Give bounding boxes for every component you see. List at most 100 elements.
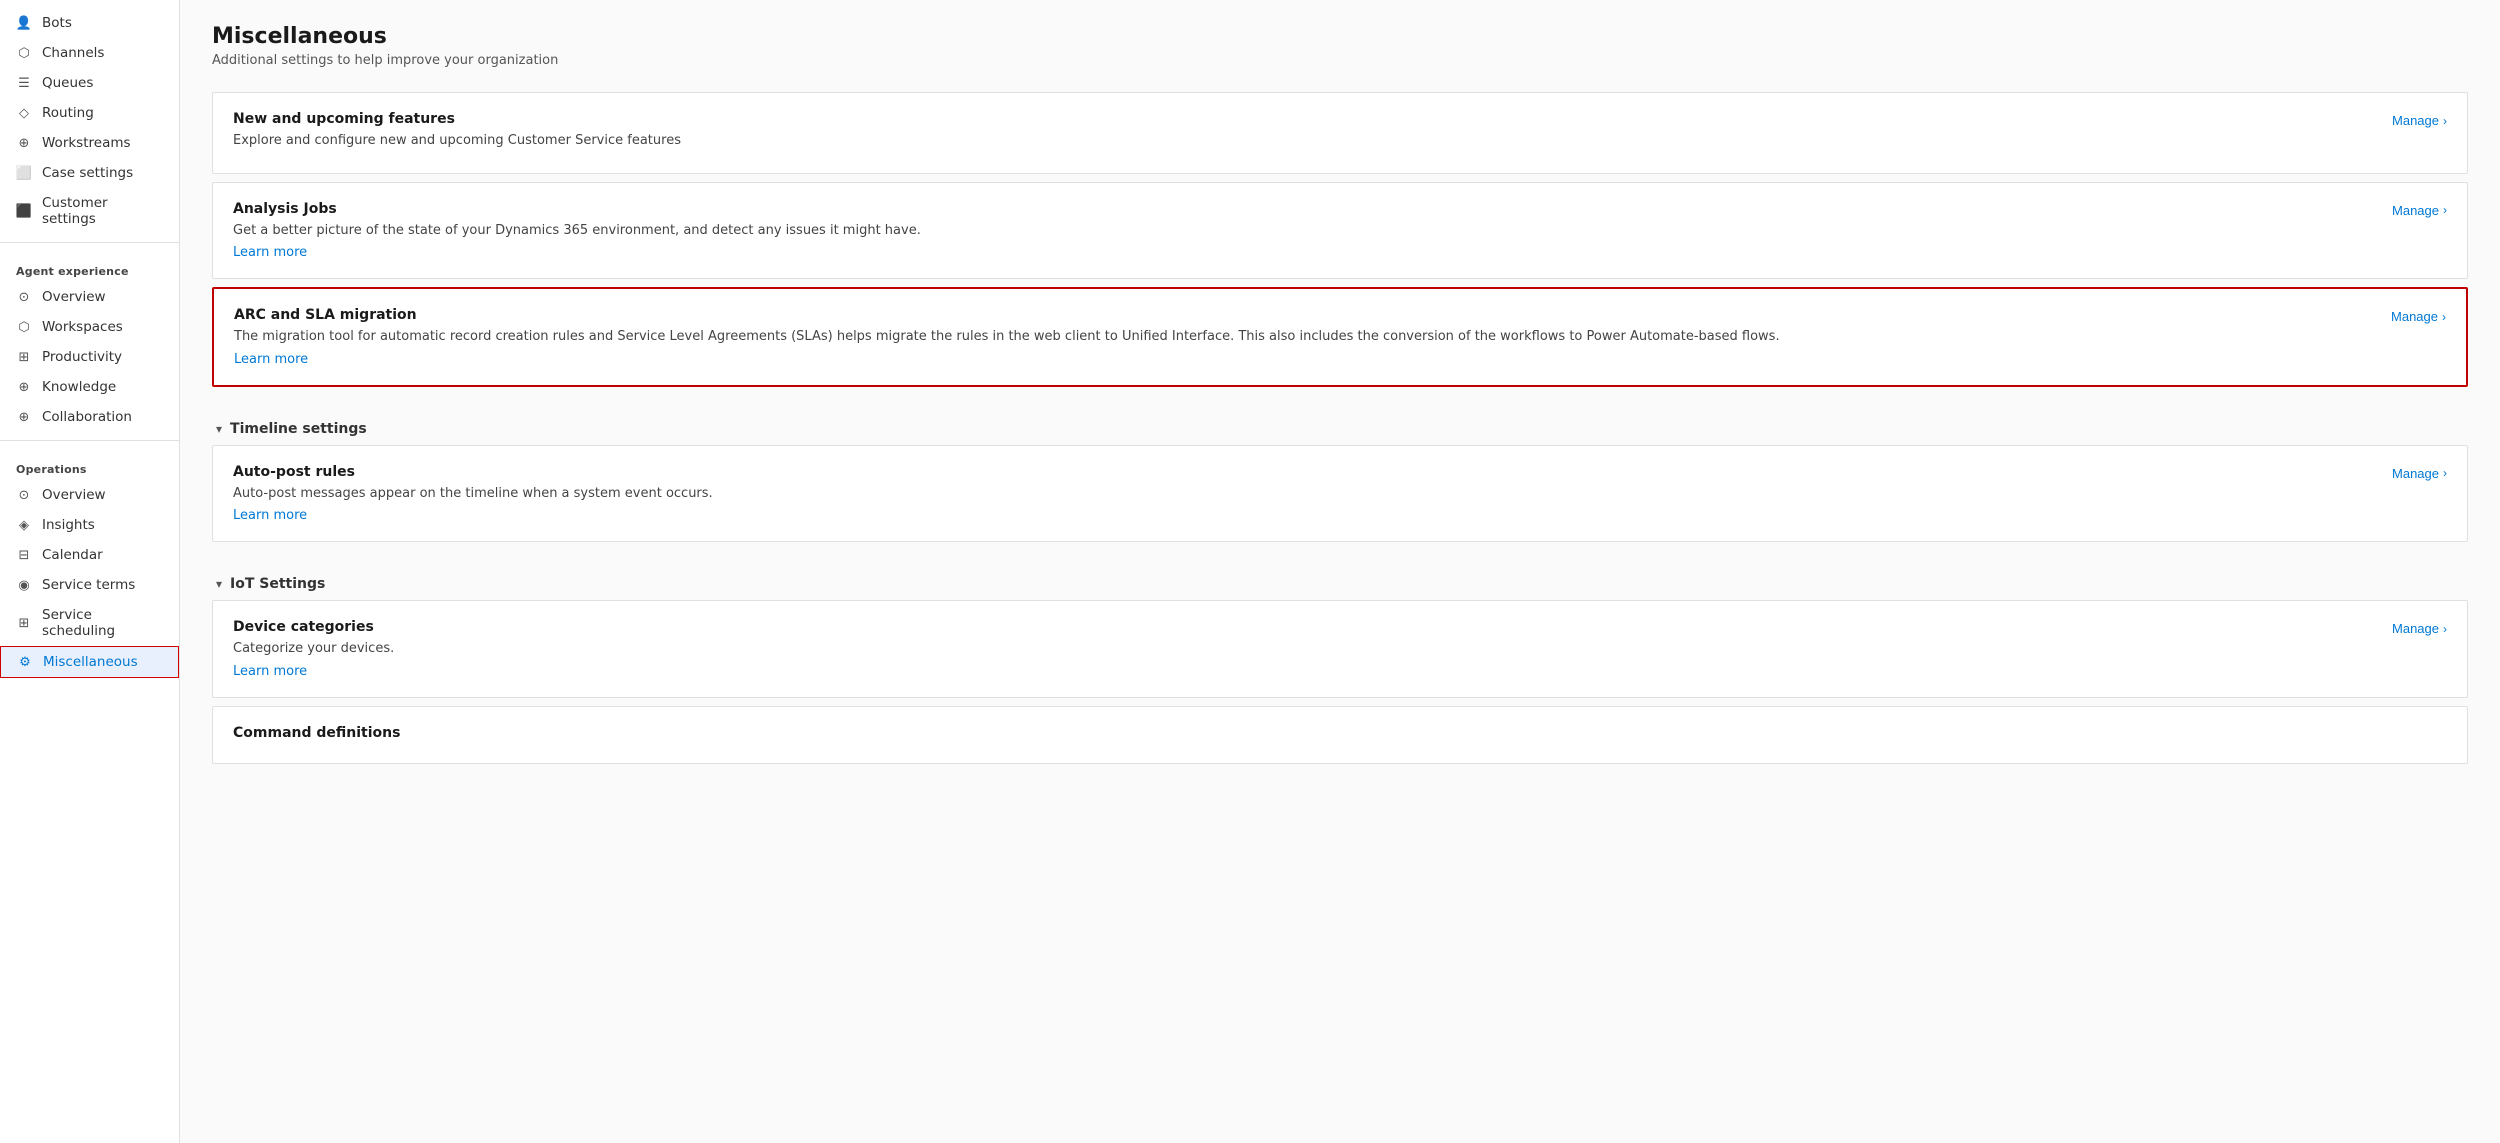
card-content-command-definitions: Command definitions [233,725,2447,745]
queues-icon: ☰ [16,75,32,91]
sidebar-item-customer-settings[interactable]: ⬛ Customer settings [0,188,179,234]
sidebar-item-ae-workspaces[interactable]: ⬡ Workspaces [0,312,179,342]
channels-icon: ⬡ [16,45,32,61]
page-title: Miscellaneous [212,24,2468,49]
iot-section-label: IoT Settings [230,576,325,592]
sidebar-item-op-calendar[interactable]: ⊟ Calendar [0,540,179,570]
sidebar: 👤 Bots ⬡ Channels ☰ Queues ◇ Routing ⊕ W… [0,0,180,1143]
sidebar-item-label: Productivity [42,349,122,365]
operations-section: Operations ⊙ Overview ◈ Insights ⊟ Calen… [0,449,179,678]
card-title-auto-post: Auto-post rules [233,464,2376,480]
operations-header: Operations [0,449,179,480]
sidebar-item-label: Service scheduling [42,607,163,639]
manage-button-arc-sla[interactable]: Manage › [2391,307,2446,324]
manage-button-auto-post[interactable]: Manage › [2392,464,2447,481]
chevron-icon: › [2443,114,2447,128]
op-miscellaneous-icon: ⚙ [17,654,33,670]
chevron-icon: › [2443,466,2447,480]
card-title-arc-sla: ARC and SLA migration [234,307,2375,323]
op-insights-icon: ◈ [16,517,32,533]
sidebar-item-queues[interactable]: ☰ Queues [0,68,179,98]
agent-experience-section: Agent experience ⊙ Overview ⬡ Workspaces… [0,251,179,432]
sidebar-item-case-settings[interactable]: ⬜ Case settings [0,158,179,188]
op-overview-icon: ⊙ [16,487,32,503]
manage-label: Manage [2392,621,2439,636]
sidebar-item-label: Collaboration [42,409,132,425]
sidebar-item-ae-productivity[interactable]: ⊞ Productivity [0,342,179,372]
op-service-scheduling-icon: ⊞ [16,615,32,631]
card-link-analysis-jobs[interactable]: Learn more [233,245,307,260]
card-desc-analysis-jobs: Get a better picture of the state of you… [233,221,2376,241]
sidebar-item-label: Workspaces [42,319,123,335]
sidebar-divider-1 [0,242,179,243]
sidebar-item-label: Knowledge [42,379,116,395]
sidebar-item-routing[interactable]: ◇ Routing [0,98,179,128]
ae-workspaces-icon: ⬡ [16,319,32,335]
card-title-new-upcoming: New and upcoming features [233,111,2376,127]
card-content-auto-post: Auto-post rules Auto-post messages appea… [233,464,2376,524]
card-link-arc-sla[interactable]: Learn more [234,352,308,367]
card-link-device-categories[interactable]: Learn more [233,664,307,679]
case-settings-icon: ⬜ [16,165,32,181]
sidebar-item-ae-collaboration[interactable]: ⊕ Collaboration [0,402,179,432]
card-title-device-categories: Device categories [233,619,2376,635]
card-device-categories: Device categories Categorize your device… [212,600,2468,698]
sidebar-item-label: Case settings [42,165,133,181]
card-desc-auto-post: Auto-post messages appear on the timelin… [233,484,2376,504]
routing-icon: ◇ [16,105,32,121]
sidebar-item-ae-knowledge[interactable]: ⊕ Knowledge [0,372,179,402]
sidebar-item-label: Overview [42,487,106,503]
iot-section-header[interactable]: ▾ IoT Settings [212,562,2468,600]
op-calendar-icon: ⊟ [16,547,32,563]
sidebar-item-op-overview[interactable]: ⊙ Overview [0,480,179,510]
timeline-section-header[interactable]: ▾ Timeline settings [212,407,2468,445]
manage-button-new-upcoming[interactable]: Manage › [2392,111,2447,128]
collapse-icon-iot: ▾ [216,577,222,591]
sidebar-item-label: Bots [42,15,72,31]
collapse-icon-timeline: ▾ [216,422,222,436]
sidebar-divider-2 [0,440,179,441]
manage-label: Manage [2392,113,2439,128]
card-title-command-definitions: Command definitions [233,725,2447,741]
chevron-icon: › [2443,203,2447,217]
sidebar-item-op-service-scheduling[interactable]: ⊞ Service scheduling [0,600,179,646]
manage-button-device-categories[interactable]: Manage › [2392,619,2447,636]
card-title-analysis-jobs: Analysis Jobs [233,201,2376,217]
ae-collaboration-icon: ⊕ [16,409,32,425]
chevron-icon: › [2443,622,2447,636]
sidebar-item-bots[interactable]: 👤 Bots [0,8,179,38]
sidebar-top-section: 👤 Bots ⬡ Channels ☰ Queues ◇ Routing ⊕ W… [0,0,179,234]
sidebar-item-op-service-terms[interactable]: ◉ Service terms [0,570,179,600]
sidebar-item-workstreams[interactable]: ⊕ Workstreams [0,128,179,158]
card-content-new-upcoming: New and upcoming features Explore and co… [233,111,2376,155]
card-content-arc-sla: ARC and SLA migration The migration tool… [234,307,2375,367]
sidebar-item-op-insights[interactable]: ◈ Insights [0,510,179,540]
main-content: Miscellaneous Additional settings to hel… [180,0,2500,1143]
sidebar-item-channels[interactable]: ⬡ Channels [0,38,179,68]
card-command-definitions: Command definitions [212,706,2468,764]
card-link-auto-post[interactable]: Learn more [233,508,307,523]
manage-button-analysis-jobs[interactable]: Manage › [2392,201,2447,218]
card-new-upcoming: New and upcoming features Explore and co… [212,92,2468,174]
manage-label: Manage [2391,309,2438,324]
sidebar-item-ae-overview[interactable]: ⊙ Overview [0,282,179,312]
card-content-device-categories: Device categories Categorize your device… [233,619,2376,679]
sidebar-item-label: Channels [42,45,104,61]
sidebar-item-label: Overview [42,289,106,305]
sidebar-item-label: Queues [42,75,93,91]
card-auto-post: Auto-post rules Auto-post messages appea… [212,445,2468,543]
ae-productivity-icon: ⊞ [16,349,32,365]
sidebar-item-op-miscellaneous[interactable]: ⚙ Miscellaneous [0,646,179,678]
manage-label: Manage [2392,203,2439,218]
card-desc-arc-sla: The migration tool for automatic record … [234,327,2375,347]
card-desc-new-upcoming: Explore and configure new and upcoming C… [233,131,2376,151]
card-analysis-jobs: Analysis Jobs Get a better picture of th… [212,182,2468,280]
sidebar-item-label: Service terms [42,577,135,593]
card-desc-device-categories: Categorize your devices. [233,639,2376,659]
section-separator-2 [212,550,2468,562]
sidebar-item-label: Workstreams [42,135,131,151]
manage-label: Manage [2392,466,2439,481]
bots-icon: 👤 [16,15,32,31]
workstreams-icon: ⊕ [16,135,32,151]
timeline-section-label: Timeline settings [230,421,367,437]
